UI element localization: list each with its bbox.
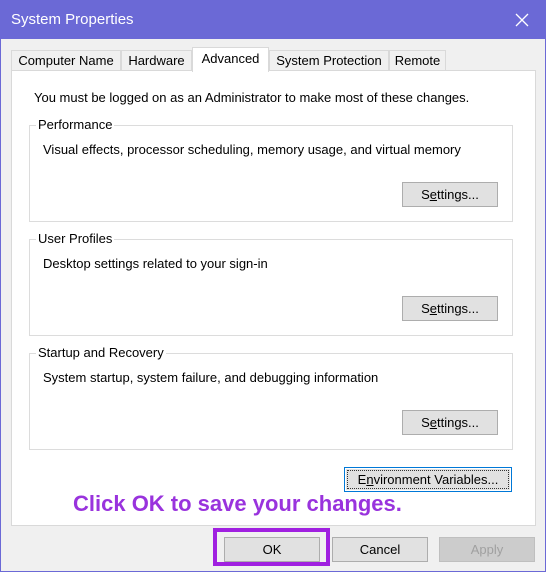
title-bar[interactable]: System Properties: [1, 1, 545, 39]
button-label-rest: ttings...: [436, 415, 479, 430]
tab-advanced[interactable]: Advanced: [192, 47, 269, 72]
user-profiles-description: Desktop settings related to your sign-in: [43, 256, 268, 271]
tab-system-protection[interactable]: System Protection: [269, 50, 389, 70]
window-title: System Properties: [11, 11, 134, 28]
ok-instruction-annotation: Click OK to save your changes.: [73, 491, 402, 516]
tab-computer-name[interactable]: Computer Name: [11, 50, 121, 70]
tab-remote[interactable]: Remote: [389, 50, 446, 70]
close-icon: [515, 13, 529, 27]
system-properties-window: System Properties Computer Name Hardware…: [0, 0, 546, 572]
performance-group: Performance Visual effects, processor sc…: [29, 117, 513, 222]
tab-hardware[interactable]: Hardware: [121, 50, 192, 70]
user-profiles-group: User Profiles Desktop settings related t…: [29, 231, 513, 336]
button-label-prefix: S: [421, 301, 430, 316]
button-label-rest: vironment Variables...: [373, 472, 499, 487]
advanced-tab-panel: You must be logged on as an Administrato…: [11, 70, 536, 526]
startup-recovery-description: System startup, system failure, and debu…: [43, 370, 379, 385]
startup-recovery-group: Startup and Recovery System startup, sys…: [29, 345, 513, 450]
button-label-prefix: E: [357, 472, 367, 487]
apply-button[interactable]: Apply: [439, 537, 535, 562]
user-profiles-settings-button[interactable]: Se ttings...: [402, 296, 498, 321]
button-label-accelerator: e: [429, 415, 437, 430]
performance-group-label: Performance: [36, 117, 115, 132]
startup-recovery-settings-button[interactable]: Se ttings...: [402, 410, 498, 435]
performance-description: Visual effects, processor scheduling, me…: [43, 142, 461, 157]
ok-button-highlight: [213, 528, 330, 566]
button-label-rest: ttings...: [436, 187, 479, 202]
cancel-button[interactable]: Cancel: [332, 537, 428, 562]
button-label-rest: ttings...: [436, 301, 479, 316]
admin-note: You must be logged on as an Administrato…: [34, 90, 470, 105]
user-profiles-group-label: User Profiles: [36, 231, 115, 246]
button-label-accelerator: n: [366, 472, 374, 487]
environment-variables-button[interactable]: En vironment Variables...: [344, 467, 512, 492]
button-label-accelerator: e: [429, 301, 437, 316]
close-button[interactable]: [499, 1, 545, 39]
button-label-prefix: S: [421, 187, 430, 202]
performance-settings-button[interactable]: Se ttings...: [402, 182, 498, 207]
startup-recovery-group-label: Startup and Recovery: [36, 345, 166, 360]
button-label-prefix: S: [421, 415, 430, 430]
button-label-accelerator: e: [429, 187, 437, 202]
